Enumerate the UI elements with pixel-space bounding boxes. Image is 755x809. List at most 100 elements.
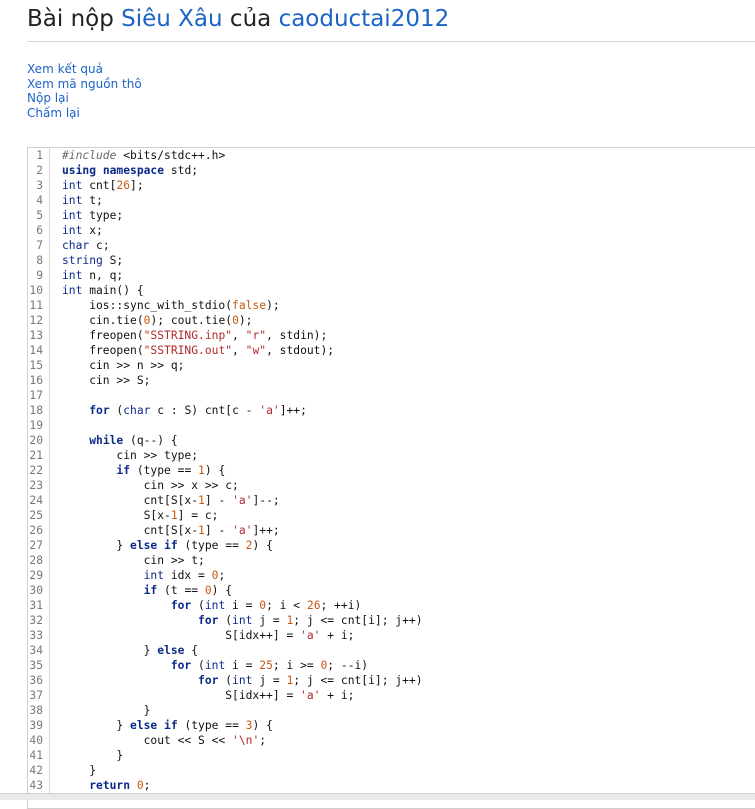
gutter-divider [49, 343, 50, 358]
line-number: 13 [29, 329, 43, 342]
code-line: 31 for (int i = 0; i < 26; ++i) [28, 598, 755, 613]
line-number: 42 [29, 764, 43, 777]
code-text: string S; [62, 254, 124, 267]
code-line: 7 char c; [28, 238, 755, 253]
line-number: 17 [29, 389, 43, 402]
code-line: 4 int t; [28, 193, 755, 208]
gutter-divider [49, 403, 50, 418]
code-line: 38 } [28, 703, 755, 718]
gutter-divider [49, 658, 50, 673]
gutter-divider [49, 748, 50, 763]
code-line: 26 cnt[S[x-1] - 'a']++; [28, 523, 755, 538]
gutter-divider [49, 568, 50, 583]
code-line: 5 int type; [28, 208, 755, 223]
gutter-divider [49, 238, 50, 253]
horizontal-scrollbar[interactable] [0, 793, 755, 800]
gutter-divider [49, 388, 50, 403]
gutter-divider [49, 778, 50, 793]
gutter-divider [49, 373, 50, 388]
code-line: 43 return 0; [28, 778, 755, 793]
gutter-divider [49, 478, 50, 493]
line-number: 16 [29, 374, 43, 387]
code-text: cin >> n >> q; [62, 359, 185, 372]
gutter-divider [49, 523, 50, 538]
submission-actions: Xem kết quả Xem mã nguồn thô Nộp lại Chấ… [27, 62, 142, 120]
code-text: } [62, 764, 97, 777]
code-text: cin >> t; [62, 554, 205, 567]
line-number: 27 [29, 539, 43, 552]
code-text: using namespace std; [62, 164, 199, 177]
code-line: 30 if (t == 0) { [28, 583, 755, 598]
code-text: for (int j = 1; j <= cnt[i]; j++) [198, 674, 423, 687]
gutter-divider [49, 643, 50, 658]
code-text: int main() { [62, 284, 144, 297]
code-text: char c; [62, 239, 110, 252]
line-number: 21 [29, 449, 43, 462]
gutter-divider [49, 223, 50, 238]
code-text: #include <bits/stdc++.h> [62, 149, 226, 162]
code-line: 18 for (char c : S) cnt[c - 'a']++; [28, 403, 755, 418]
title-mid: của [229, 6, 272, 32]
code-text: cin.tie(0); cout.tie(0); [62, 314, 253, 327]
code-text: } else { [62, 644, 199, 657]
code-text: cin >> S; [62, 374, 151, 387]
line-number: 39 [29, 719, 43, 732]
gutter-divider [49, 298, 50, 313]
code-line: 24 cnt[S[x-1] - 'a']--; [28, 493, 755, 508]
gutter-divider [49, 208, 50, 223]
line-number: 28 [29, 554, 43, 567]
user-link[interactable]: caoductai2012 [279, 6, 450, 32]
gutter-divider [49, 268, 50, 283]
line-number: 18 [29, 404, 43, 417]
line-number: 12 [29, 314, 43, 327]
code-line: 10 int main() { [28, 283, 755, 298]
code-text: S[x-1] = c; [62, 509, 219, 522]
title-prefix: Bài nộp [27, 6, 114, 32]
source-code-viewer: 1 #include <bits/stdc++.h> 2 using namespac… [27, 147, 755, 809]
gutter-divider [49, 673, 50, 688]
gutter-divider [49, 253, 50, 268]
code-text: if (t == 0) { [143, 584, 233, 597]
code-text: cnt[S[x-1] - 'a']++; [62, 524, 280, 537]
code-line: 32 for (int j = 1; j <= cnt[i]; j++) [28, 613, 755, 628]
code-text: int type; [62, 209, 124, 222]
code-line: 33 S[idx++] = 'a' + i; [28, 628, 755, 643]
code-line: 22 if (type == 1) { [28, 463, 755, 478]
line-number: 40 [29, 734, 43, 747]
code-line: 12 cin.tie(0); cout.tie(0); [28, 313, 755, 328]
code-line: 17 [28, 388, 755, 403]
code-text: } else if (type == 3) { [62, 719, 273, 732]
line-number: 23 [29, 479, 43, 492]
code-line: 14 freopen("SSTRING.out", "w", stdout); [28, 343, 755, 358]
line-number: 9 [36, 269, 43, 282]
gutter-divider [49, 148, 50, 163]
code-text: for (int i = 0; i < 26; ++i) [170, 599, 362, 612]
problem-link[interactable]: Siêu Xâu [121, 6, 222, 32]
code-text: int idx = 0; [143, 569, 226, 582]
code-line: 3 int cnt[26]; [28, 178, 755, 193]
line-number: 22 [29, 464, 43, 477]
gutter-divider [49, 463, 50, 478]
code-line: 41 } [28, 748, 755, 763]
line-number: 29 [29, 569, 43, 582]
code-text: int t; [62, 194, 103, 207]
line-number: 43 [29, 779, 43, 792]
line-number: 32 [29, 614, 43, 627]
resubmit-link[interactable]: Nộp lại [27, 91, 142, 106]
code-line: 23 cin >> x >> c; [28, 478, 755, 493]
gutter-divider [49, 178, 50, 193]
rejudge-link[interactable]: Chấm lại [27, 106, 142, 121]
line-number: 20 [29, 434, 43, 447]
view-result-link[interactable]: Xem kết quả [27, 62, 142, 77]
gutter-divider [49, 433, 50, 448]
line-number: 7 [36, 239, 43, 252]
code-text: int n, q; [62, 269, 124, 282]
gutter-divider [49, 553, 50, 568]
code-line: 42 } [28, 763, 755, 778]
gutter-divider [49, 718, 50, 733]
view-raw-source-link[interactable]: Xem mã nguồn thô [27, 77, 142, 92]
code-text: S[idx++] = 'a' + i; [62, 629, 355, 642]
gutter-divider [49, 193, 50, 208]
code-line: 40 cout << S << '\n'; [28, 733, 755, 748]
code-text: int x; [62, 224, 103, 237]
